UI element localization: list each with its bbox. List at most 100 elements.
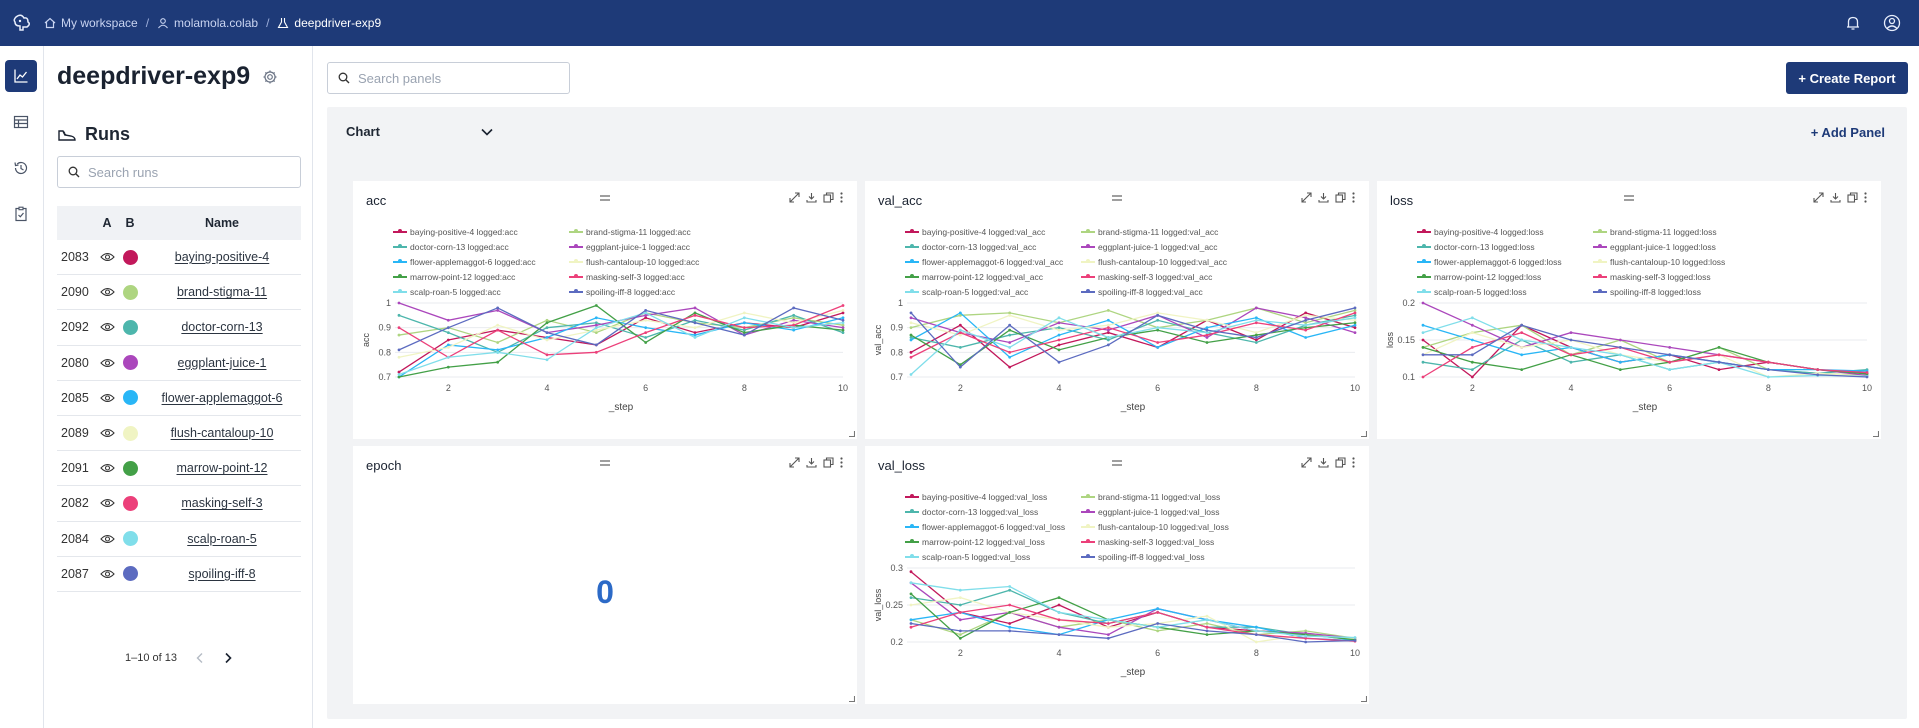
data-point[interactable] xyxy=(1353,321,1357,325)
data-point[interactable] xyxy=(1816,373,1820,377)
run-color-swatch[interactable] xyxy=(117,495,143,511)
data-point[interactable] xyxy=(958,328,962,332)
data-point[interactable] xyxy=(693,318,697,322)
data-point[interactable] xyxy=(1057,333,1061,337)
visibility-toggle[interactable] xyxy=(97,569,117,579)
data-point[interactable] xyxy=(545,353,549,357)
data-point[interactable] xyxy=(545,338,549,342)
data-point[interactable] xyxy=(1618,368,1622,371)
data-point[interactable] xyxy=(1057,633,1061,636)
data-point[interactable] xyxy=(841,323,845,327)
data-point[interactable] xyxy=(1057,603,1061,607)
visibility-toggle[interactable] xyxy=(97,287,117,297)
data-point[interactable] xyxy=(1205,614,1209,618)
run-name-cell[interactable]: flush-cantaloup-10 xyxy=(143,426,301,440)
data-point[interactable] xyxy=(1304,311,1308,315)
data-point[interactable] xyxy=(1421,323,1425,327)
brain-logo-icon[interactable] xyxy=(0,0,44,46)
data-point[interactable] xyxy=(1353,316,1357,320)
run-color-swatch[interactable] xyxy=(117,460,143,476)
data-point[interactable] xyxy=(1254,341,1258,344)
visibility-toggle[interactable] xyxy=(97,534,117,544)
data-point[interactable] xyxy=(446,331,450,334)
data-point[interactable] xyxy=(1156,341,1160,344)
series-line[interactable] xyxy=(910,307,1356,369)
nav-history[interactable] xyxy=(5,152,37,184)
create-report-button[interactable]: + Create Report xyxy=(1786,62,1908,94)
data-point[interactable] xyxy=(1304,318,1308,322)
run-name-cell[interactable]: spoiling-iff-8 xyxy=(143,567,301,581)
data-point[interactable] xyxy=(1470,353,1474,357)
data-point[interactable] xyxy=(594,328,598,332)
data-point[interactable] xyxy=(1057,348,1061,352)
data-point[interactable] xyxy=(644,326,648,330)
data-point[interactable] xyxy=(1470,338,1474,342)
data-point[interactable] xyxy=(1717,353,1721,357)
data-point[interactable] xyxy=(397,375,401,379)
data-point[interactable] xyxy=(1668,368,1672,371)
data-point[interactable] xyxy=(1008,611,1012,614)
data-point[interactable] xyxy=(909,592,913,596)
run-name-link[interactable]: doctor-corn-13 xyxy=(181,320,262,334)
data-point[interactable] xyxy=(909,603,913,607)
data-point[interactable] xyxy=(1668,353,1672,357)
data-point[interactable] xyxy=(446,365,450,369)
data-point[interactable] xyxy=(594,323,598,327)
data-point[interactable] xyxy=(1470,331,1474,334)
data-point[interactable] xyxy=(1520,353,1524,357)
panels-search-input[interactable] xyxy=(358,70,558,86)
breadcrumb-user[interactable]: molamola.colab xyxy=(157,16,258,30)
data-point[interactable] xyxy=(1353,318,1357,322)
column-b[interactable]: B xyxy=(117,216,143,230)
data-point[interactable] xyxy=(1254,338,1258,342)
data-point[interactable] xyxy=(792,316,796,320)
data-point[interactable] xyxy=(1569,338,1573,342)
data-point[interactable] xyxy=(909,338,913,342)
data-point[interactable] xyxy=(1057,611,1061,614)
data-point[interactable] xyxy=(693,311,697,315)
data-point[interactable] xyxy=(1008,311,1012,315)
data-point[interactable] xyxy=(1766,375,1770,379)
data-point[interactable] xyxy=(742,316,746,320)
data-point[interactable] xyxy=(841,331,845,334)
data-point[interactable] xyxy=(496,350,500,354)
run-name-link[interactable]: baying-positive-4 xyxy=(175,250,270,264)
data-point[interactable] xyxy=(958,323,962,327)
data-point[interactable] xyxy=(909,333,913,337)
data-point[interactable] xyxy=(1106,633,1110,636)
chevron-down-icon[interactable] xyxy=(480,127,494,137)
data-point[interactable] xyxy=(1865,371,1869,374)
series-line[interactable] xyxy=(910,307,1356,344)
data-point[interactable] xyxy=(909,355,913,359)
data-point[interactable] xyxy=(909,618,913,622)
data-point[interactable] xyxy=(1156,607,1160,611)
data-point[interactable] xyxy=(594,343,598,347)
run-name-link[interactable]: flower-applemaggot-6 xyxy=(162,391,283,405)
data-point[interactable] xyxy=(545,358,549,362)
data-point[interactable] xyxy=(1618,360,1622,364)
data-point[interactable] xyxy=(594,326,598,330)
data-point[interactable] xyxy=(792,328,796,332)
data-point[interactable] xyxy=(496,306,500,310)
data-point[interactable] xyxy=(1156,326,1160,330)
data-point[interactable] xyxy=(792,321,796,325)
run-color-swatch[interactable] xyxy=(117,390,143,406)
data-point[interactable] xyxy=(1008,333,1012,337)
data-point[interactable] xyxy=(1304,316,1308,320)
data-point[interactable] xyxy=(1205,326,1209,330)
visibility-toggle[interactable] xyxy=(97,498,117,508)
run-name-link[interactable]: spoiling-iff-8 xyxy=(188,567,255,581)
series-line[interactable] xyxy=(1422,317,1868,378)
data-point[interactable] xyxy=(1520,346,1524,349)
data-point[interactable] xyxy=(742,328,746,332)
data-point[interactable] xyxy=(397,348,401,352)
data-point[interactable] xyxy=(693,313,697,317)
visibility-toggle[interactable] xyxy=(97,252,117,262)
data-point[interactable] xyxy=(909,316,913,320)
data-point[interactable] xyxy=(909,373,913,376)
data-point[interactable] xyxy=(1057,625,1061,629)
run-color-swatch[interactable] xyxy=(117,319,143,335)
run-color-swatch[interactable] xyxy=(117,355,143,371)
data-point[interactable] xyxy=(909,570,913,574)
visibility-toggle[interactable] xyxy=(97,358,117,368)
